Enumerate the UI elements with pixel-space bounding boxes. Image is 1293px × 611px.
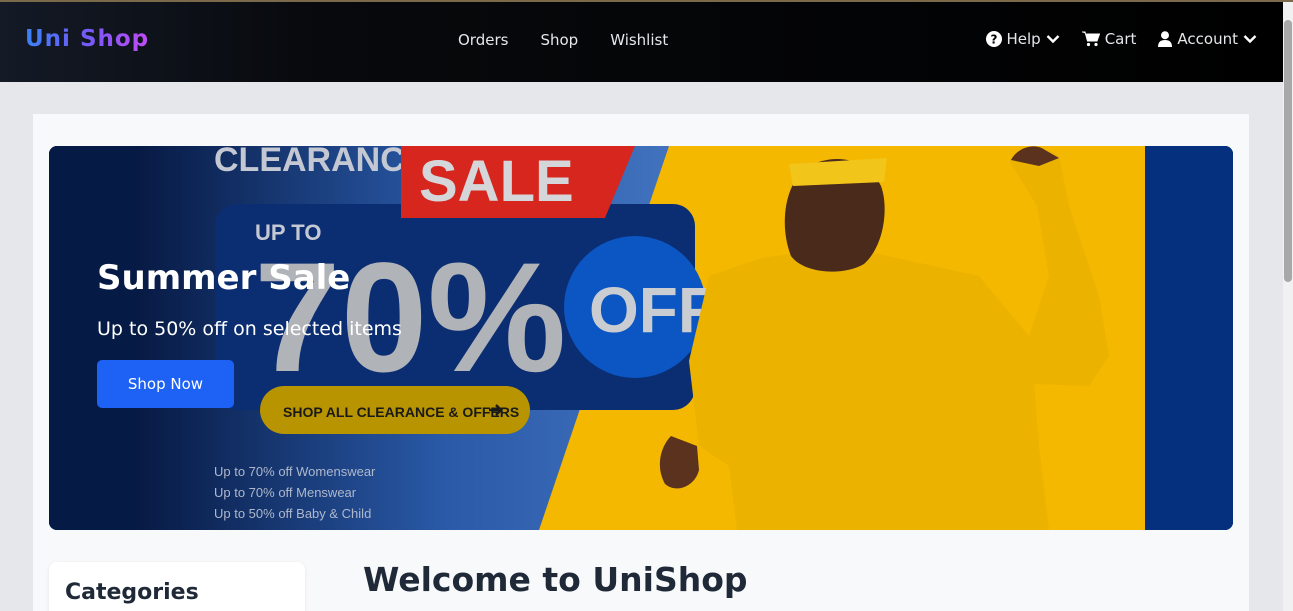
brand-logo[interactable]: Uni Shop — [25, 26, 149, 52]
banner-cta-text: SHOP ALL CLEARANCE & OFFERS — [283, 404, 519, 420]
scrollbar-thumb[interactable] — [1284, 20, 1292, 282]
categories-title: Categories — [65, 580, 199, 605]
chevron-down-icon — [1243, 34, 1257, 44]
nav-link-orders[interactable]: Orders — [458, 31, 508, 49]
hero-banner: CLEARANCE SALE UP TO 70% OFF SHOP ALL CL… — [49, 146, 1233, 530]
shop-now-button[interactable]: Shop Now — [97, 360, 234, 408]
banner-line-menswear: Up to 70% off Menswear — [214, 485, 357, 500]
cart-link[interactable]: Cart — [1081, 30, 1137, 48]
account-menu[interactable]: Account — [1158, 30, 1257, 48]
help-icon: ? — [985, 31, 1002, 47]
banner-clearance-text: CLEARANCE — [214, 146, 427, 179]
nav-link-wishlist[interactable]: Wishlist — [610, 31, 668, 49]
help-label: Help — [1006, 30, 1041, 48]
svg-text:?: ? — [990, 33, 997, 47]
navbar: Uni Shop Orders Shop Wishlist ? Help Car… — [0, 2, 1283, 82]
hero-title: Summer Sale — [97, 258, 351, 298]
page-scrollbar[interactable] — [1283, 2, 1293, 611]
banner-line-baby-child: Up to 50% off Baby & Child — [214, 506, 371, 521]
user-icon — [1158, 31, 1173, 47]
nav-links: Orders Shop Wishlist — [458, 31, 668, 49]
help-menu[interactable]: ? Help — [985, 30, 1060, 48]
page-container: CLEARANCE SALE UP TO 70% OFF SHOP ALL CL… — [33, 114, 1249, 611]
welcome-heading: Welcome to UniShop — [363, 560, 748, 599]
nav-actions: ? Help Cart Account — [985, 30, 1258, 48]
cart-label: Cart — [1104, 30, 1137, 48]
chevron-down-icon — [1046, 34, 1060, 44]
nav-link-shop[interactable]: Shop — [540, 31, 578, 49]
account-label: Account — [1177, 30, 1238, 48]
hero-subtitle: Up to 50% off on selected items — [97, 318, 402, 340]
cart-icon — [1081, 31, 1100, 47]
banner-line-womenswear: Up to 70% off Womenswear — [214, 464, 376, 479]
banner-sale-text: SALE — [419, 149, 574, 214]
categories-card: Categories — [49, 562, 305, 611]
